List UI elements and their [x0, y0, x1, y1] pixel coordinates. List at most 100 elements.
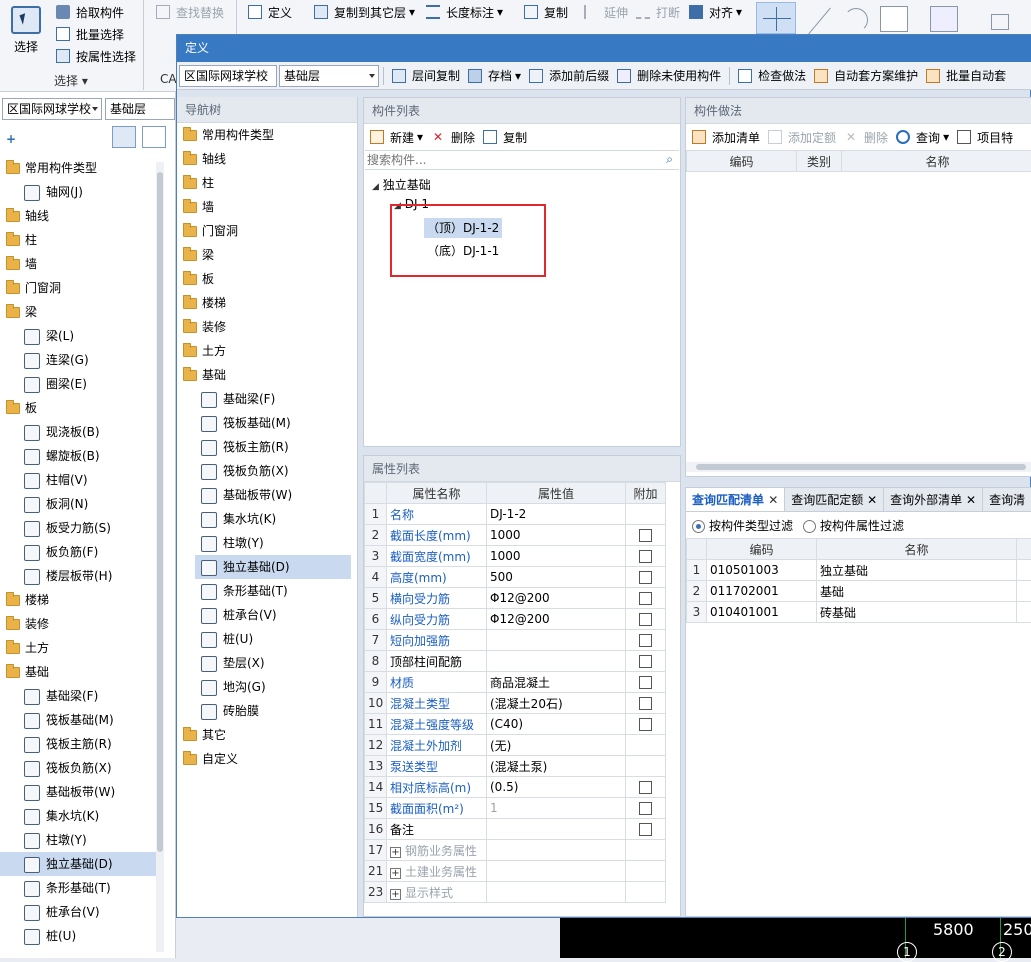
property-row[interactable]: 21+土建业务属性 [365, 861, 666, 882]
property-value[interactable] [487, 651, 626, 672]
property-extra[interactable] [626, 819, 666, 840]
property-row[interactable]: 2截面长度(mm)1000 [365, 525, 666, 546]
tree-item[interactable]: 轴网(J) [0, 180, 160, 204]
property-value[interactable]: Φ12@200 [487, 609, 626, 630]
delete-unused-button[interactable]: 删除未使用构件 [613, 65, 725, 87]
property-extra[interactable] [626, 609, 666, 630]
length-label-button[interactable]: 长度标注 ▾ [422, 1, 507, 23]
extend-button[interactable]: 延伸 [580, 1, 632, 23]
nav-folder[interactable]: 其它 [177, 723, 357, 747]
nav-item[interactable]: 桩(U) [177, 627, 357, 651]
layer-copy-button[interactable]: 层间复制 [388, 65, 464, 87]
property-extra[interactable] [626, 777, 666, 798]
checkbox[interactable] [639, 802, 652, 815]
dialog-project-select[interactable]: 区国际网球学校 [179, 65, 277, 87]
property-value[interactable] [487, 861, 626, 882]
tree-item[interactable]: 板洞(N) [0, 492, 160, 516]
filter-attr-radio[interactable]: 按构件属性过滤 [803, 517, 904, 534]
copy-to-layer-button[interactable]: 复制到其它层 ▾ [310, 1, 419, 23]
nav-item[interactable]: 筏板主筋(R) [177, 435, 357, 459]
expand-icon[interactable]: + [390, 889, 401, 900]
auto-scheme-button[interactable]: 自动套方案维护 [810, 65, 922, 87]
nav-folder[interactable]: 墙 [177, 195, 357, 219]
checkbox[interactable] [639, 592, 652, 605]
property-value[interactable]: 商品混凝土 [487, 672, 626, 693]
nav-folder[interactable]: 梁 [177, 243, 357, 267]
tree-folder[interactable]: 土方 [0, 636, 160, 660]
property-row[interactable]: 7短向加强筋 [365, 630, 666, 651]
nav-item[interactable]: 柱墩(Y) [177, 531, 357, 555]
item-feature-button[interactable]: 项目特 [953, 126, 1017, 148]
property-extra[interactable] [626, 546, 666, 567]
checkbox[interactable] [639, 550, 652, 563]
copy-component-button[interactable]: 复制 [479, 126, 531, 148]
nav-folder[interactable]: 柱 [177, 171, 357, 195]
tree-folder[interactable]: 基础 [0, 660, 160, 684]
search-icon[interactable]: ⌕ [666, 152, 673, 167]
query-button[interactable]: 查询 ▾ [892, 126, 953, 148]
nav-item[interactable]: 独立基础(D) [195, 555, 351, 579]
filter-type-radio[interactable]: 按构件类型过滤 [692, 517, 793, 534]
pick-component-button[interactable]: 拾取构件 [52, 1, 128, 23]
expand-icon[interactable]: + [390, 847, 401, 858]
property-value[interactable]: 1000 [487, 525, 626, 546]
method-delete-button[interactable]: ✕删除 [840, 126, 892, 148]
property-value[interactable]: (混凝土泵) [487, 756, 626, 777]
layer-select[interactable]: 基础层 [105, 98, 175, 120]
align-button[interactable]: 对齐 ▾ [685, 1, 746, 23]
tab-match-quota[interactable]: 查询匹配定额 ✕ [785, 488, 884, 512]
tree-item[interactable]: 集水坑(K) [0, 804, 160, 828]
property-value[interactable]: 1000 [487, 546, 626, 567]
nav-folder[interactable]: 轴线 [177, 147, 357, 171]
print-tool-icon[interactable] [930, 6, 958, 32]
nav-item[interactable]: 砖胎膜 [177, 699, 357, 723]
tree-item[interactable]: 柱帽(V) [0, 468, 160, 492]
drawing-canvas[interactable]: 5800 250 1 2 [560, 918, 1031, 958]
property-value[interactable] [487, 840, 626, 861]
property-extra[interactable] [626, 525, 666, 546]
property-row[interactable]: 11混凝土强度等级(C40) [365, 714, 666, 735]
tree-item[interactable]: 圈梁(E) [0, 372, 160, 396]
tree-item[interactable]: 基础板带(W) [0, 780, 160, 804]
tree-item[interactable]: 桩承台(V) [0, 900, 160, 924]
nav-item[interactable]: 条形基础(T) [177, 579, 357, 603]
property-value[interactable]: DJ-1-2 [487, 504, 626, 525]
arc-tool-icon[interactable] [840, 4, 870, 34]
tree-item[interactable]: 桩(U) [0, 924, 160, 948]
property-row[interactable]: 1名称DJ-1-2 [365, 504, 666, 525]
left-scrollbar[interactable] [156, 162, 164, 952]
nav-folder[interactable]: 板 [177, 267, 357, 291]
property-value[interactable]: (C40) [487, 714, 626, 735]
tree-item[interactable]: 连梁(G) [0, 348, 160, 372]
batch-auto-button[interactable]: 批量自动套 [922, 65, 1010, 87]
nav-folder[interactable]: 常用构件类型 [177, 123, 357, 147]
find-replace-button[interactable]: 查找替换 [152, 1, 228, 23]
nav-folder[interactable]: 门窗洞 [177, 219, 357, 243]
tree-folder[interactable]: 梁 [0, 300, 160, 324]
dialog-layer-select[interactable]: 基础层 [279, 65, 379, 87]
property-value[interactable]: 500 [487, 567, 626, 588]
property-extra[interactable] [626, 651, 666, 672]
tree-item[interactable]: 筏板主筋(R) [0, 732, 160, 756]
tree-item[interactable]: 梁(L) [0, 324, 160, 348]
property-value[interactable] [487, 630, 626, 651]
property-row[interactable]: 8顶部柱间配筋 [365, 651, 666, 672]
nav-item[interactable]: 垫层(X) [177, 651, 357, 675]
tree-item[interactable]: 筏板负筋(X) [0, 756, 160, 780]
nav-folder[interactable]: 楼梯 [177, 291, 357, 315]
property-value[interactable]: (无) [487, 735, 626, 756]
tree-view-icon[interactable] [142, 126, 166, 148]
property-row[interactable]: 9材质商品混凝土 [365, 672, 666, 693]
tree-folder[interactable]: 装修 [0, 612, 160, 636]
nav-folder[interactable]: 自定义 [177, 747, 357, 771]
expand-icon[interactable]: + [390, 868, 401, 879]
tree-folder[interactable]: 轴线 [0, 204, 160, 228]
checkbox[interactable] [639, 676, 652, 689]
nav-folder[interactable]: 土方 [177, 339, 357, 363]
property-row[interactable]: 12混凝土外加剂(无) [365, 735, 666, 756]
tree-folder[interactable]: 墙 [0, 252, 160, 276]
property-extra[interactable] [626, 714, 666, 735]
query-row[interactable]: 2011702001基础 [687, 581, 1031, 602]
search-input[interactable] [365, 151, 655, 169]
check-method-button[interactable]: 检查做法 [734, 65, 810, 87]
